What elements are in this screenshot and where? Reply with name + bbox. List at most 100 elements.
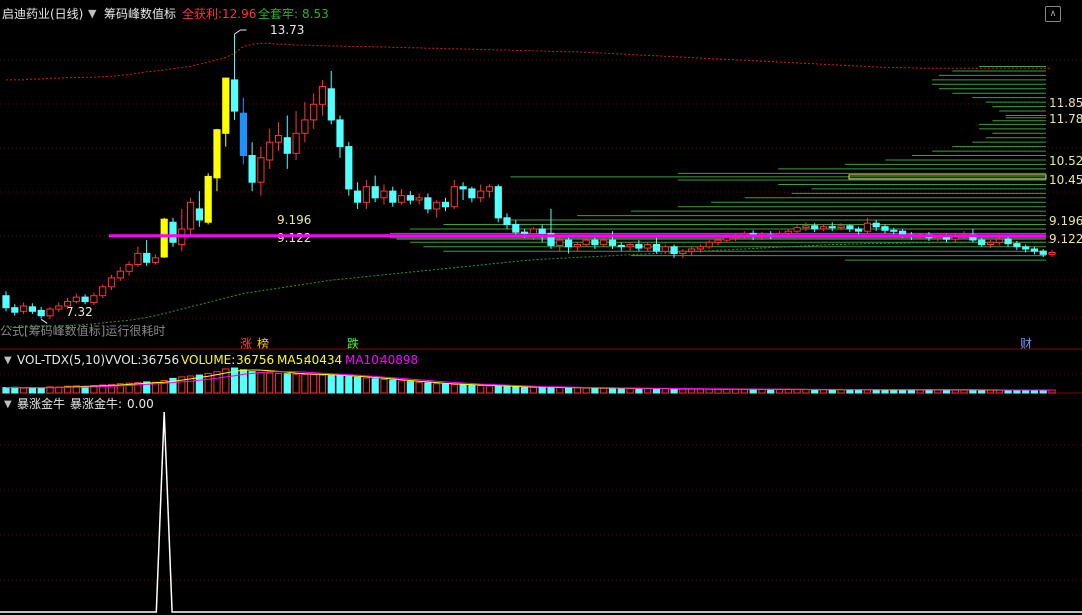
candle-body xyxy=(995,238,1003,243)
candle-body xyxy=(819,226,828,230)
volume-bar xyxy=(679,388,687,394)
candle-body xyxy=(1039,250,1047,255)
candle-body xyxy=(169,221,177,243)
volume-bar xyxy=(732,388,740,394)
candle-body xyxy=(90,295,98,303)
volume-bar xyxy=(345,376,353,394)
candle-body xyxy=(608,239,617,246)
candle-body xyxy=(986,241,995,246)
volume-bar xyxy=(811,389,819,394)
volume-bar xyxy=(28,387,36,394)
candle-body xyxy=(670,246,678,255)
candle-body xyxy=(195,208,204,221)
volume-bar xyxy=(362,377,370,394)
volume-bar xyxy=(318,374,327,394)
candle-body xyxy=(20,305,28,312)
candle-body xyxy=(485,186,494,192)
candlestick-chart[interactable] xyxy=(0,0,1082,615)
volume-bar xyxy=(310,374,318,394)
candle-body xyxy=(248,155,256,183)
candle-body xyxy=(723,237,731,241)
candle-body xyxy=(1022,246,1030,250)
candle-body xyxy=(890,229,898,232)
candle-body xyxy=(266,141,274,161)
candle-body xyxy=(811,225,819,230)
candle-body xyxy=(204,175,212,223)
volume-bar xyxy=(433,383,441,394)
candle-body xyxy=(1013,243,1021,248)
volume-bar xyxy=(336,375,344,394)
volume-bar xyxy=(485,385,494,394)
candle-body xyxy=(688,248,696,252)
candle-body xyxy=(855,228,863,232)
volume-bar xyxy=(468,384,476,394)
candle-body xyxy=(151,257,160,263)
candle-body xyxy=(424,197,432,210)
volume-bar xyxy=(283,373,291,394)
candle-body xyxy=(679,250,687,254)
candle-body xyxy=(415,197,423,201)
candle-body xyxy=(872,222,880,228)
candle-body xyxy=(538,228,546,234)
volume-bar xyxy=(828,389,836,394)
candle-body xyxy=(116,270,124,279)
volume-bar xyxy=(617,387,625,394)
volume-bar xyxy=(644,388,652,394)
candle-body xyxy=(222,77,230,134)
candle-body xyxy=(468,188,476,199)
candle-body xyxy=(55,305,63,310)
candle-body xyxy=(327,88,335,121)
volume-bar xyxy=(758,388,766,394)
candle-body xyxy=(573,244,581,248)
candle-body xyxy=(371,186,379,199)
candle-body xyxy=(652,244,661,252)
candle-body xyxy=(978,239,986,246)
volume-bar xyxy=(714,388,722,394)
candle-body xyxy=(257,157,265,183)
volume-bar xyxy=(538,387,546,394)
candle-body xyxy=(661,246,669,252)
volume-bar xyxy=(266,372,274,394)
volume-bar xyxy=(459,384,467,394)
high-marker-pointer xyxy=(234,29,247,35)
candle-body xyxy=(591,239,599,246)
volume-bar xyxy=(767,388,775,394)
candle-body xyxy=(107,277,116,288)
volume-bar xyxy=(600,387,608,394)
volume-bar xyxy=(547,387,555,394)
candle-body xyxy=(64,301,72,307)
volume-bar xyxy=(793,389,801,394)
candle-body xyxy=(231,79,239,112)
candle-body xyxy=(37,309,45,317)
candle-body xyxy=(846,225,854,230)
candle-body xyxy=(441,201,450,208)
volume-bar xyxy=(477,385,485,394)
candle-body xyxy=(143,252,151,263)
volume-bar xyxy=(248,371,256,394)
candle-body xyxy=(837,225,845,229)
candle-body xyxy=(2,295,10,309)
candle-body xyxy=(433,201,441,210)
candle-body xyxy=(565,239,573,248)
candle-body xyxy=(529,228,537,234)
volume-bar xyxy=(529,386,537,394)
volume-bar xyxy=(450,383,458,394)
candle-body xyxy=(213,129,221,179)
volume-bar xyxy=(274,372,283,394)
volume-bar xyxy=(292,373,300,394)
volume-bar xyxy=(705,388,713,394)
candle-body xyxy=(556,239,564,246)
candle-body xyxy=(626,244,634,248)
candle-body xyxy=(345,146,353,190)
volume-bar xyxy=(257,372,265,394)
candle-body xyxy=(503,217,511,226)
volume-bar xyxy=(441,383,450,394)
candle-body xyxy=(863,222,871,232)
volume-bar xyxy=(863,389,871,394)
candle-body xyxy=(784,230,792,234)
candle-body xyxy=(239,112,248,156)
candle-body xyxy=(714,239,722,243)
volume-bar xyxy=(855,389,863,394)
volume-bar xyxy=(37,387,45,394)
candle-body xyxy=(793,227,801,232)
